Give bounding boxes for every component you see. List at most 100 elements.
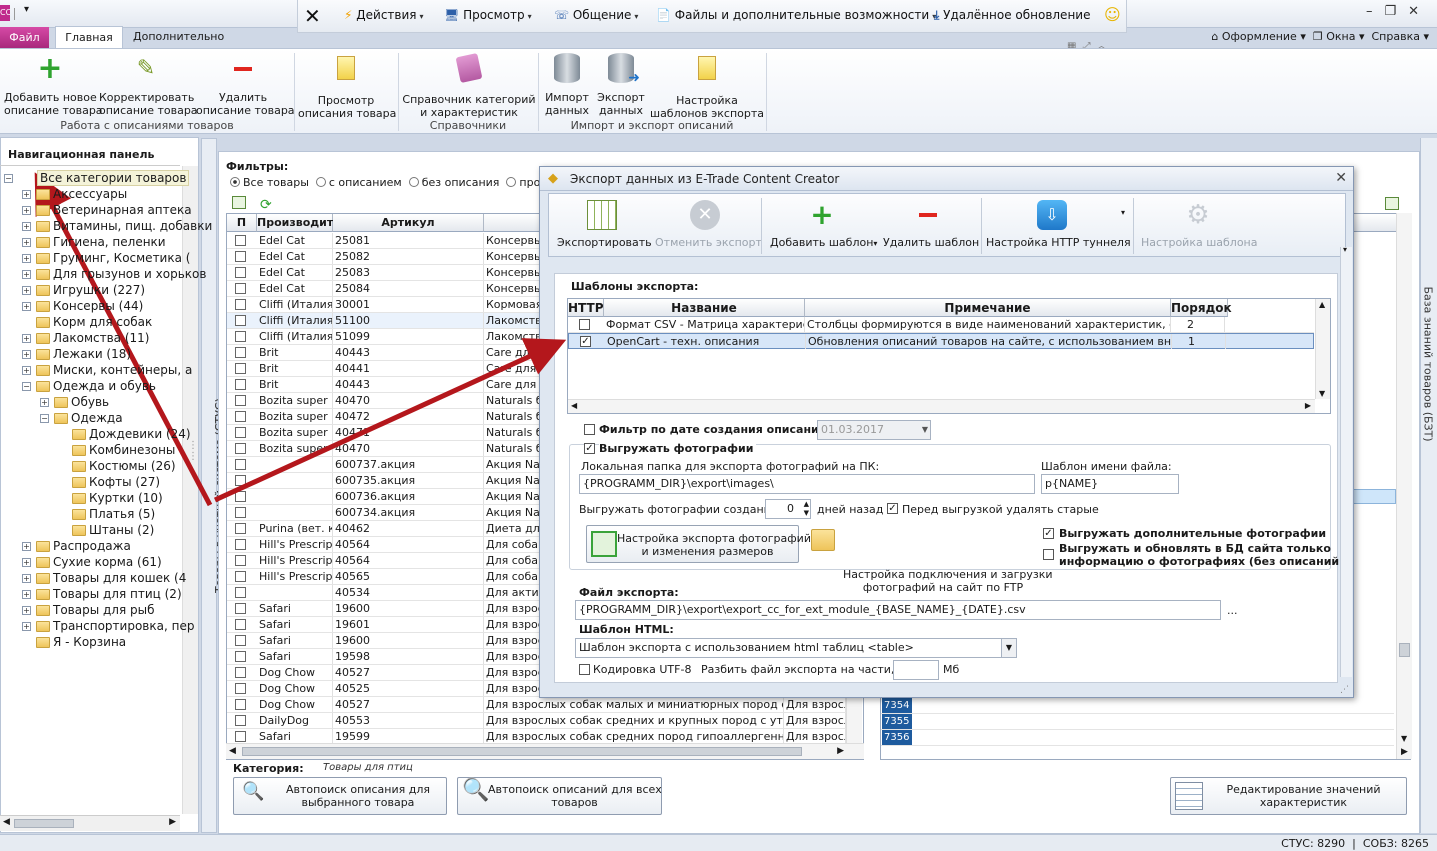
tree-toggle[interactable]: + <box>22 558 31 567</box>
tree-toggle[interactable]: + <box>22 606 31 615</box>
close-x-icon[interactable]: ✕ <box>304 4 321 28</box>
tree-toggle[interactable]: + <box>22 222 31 231</box>
tree-item[interactable]: Гигиена, пеленки <box>53 234 166 250</box>
tree-item[interactable]: Сухие корма (61) <box>53 554 162 570</box>
window-controls[interactable]: –❐✕ <box>1366 4 1431 19</box>
dialog-title-bar[interactable]: ◆ Экспорт данных из E-Trade Content Crea… <box>540 167 1353 191</box>
tree-toggle[interactable]: + <box>22 190 31 199</box>
filter-date-input[interactable]: 01.03.2017 ▼ <box>817 420 931 440</box>
tree-item[interactable]: Одежда и обувь <box>53 378 156 394</box>
row-checkbox[interactable] <box>235 427 246 438</box>
filter-date-checkbox[interactable] <box>584 424 595 435</box>
minimize-button[interactable]: – <box>1366 4 1385 19</box>
col-header-p[interactable]: П <box>227 214 257 232</box>
filename-template-input[interactable]: p{NAME} <box>1041 474 1179 494</box>
tree-item[interactable]: Комбинезоны <box>89 442 175 458</box>
row-checkbox[interactable] <box>235 363 246 374</box>
row-checkbox[interactable] <box>235 251 246 262</box>
tree-item[interactable]: Распродажа <box>53 538 131 554</box>
row-checkbox[interactable] <box>235 635 246 646</box>
tree-item[interactable]: Платья (5) <box>89 506 155 522</box>
tree-toggle[interactable]: + <box>22 254 31 263</box>
col-header-name[interactable]: Название <box>604 299 805 317</box>
topbar-communication[interactable]: ☏ Общение ▾ <box>554 8 638 22</box>
row-checkbox[interactable] <box>235 571 246 582</box>
row-checkbox[interactable] <box>235 315 246 326</box>
local-folder-input[interactable]: {PROGRAMM_DIR}\export\images\ <box>579 474 1035 494</box>
col-header-http[interactable]: HTTP <box>568 299 604 317</box>
col-header-note[interactable]: Примечание <box>805 299 1171 317</box>
row-checkbox[interactable] <box>235 683 246 694</box>
photos-only-checkbox[interactable] <box>1043 549 1054 560</box>
tree-toggle[interactable]: + <box>22 366 31 375</box>
topbar-view[interactable]: 🖥 Просмотр ▾ <box>444 8 532 22</box>
tab-extra[interactable]: Дополнительно <box>133 30 224 43</box>
template-row-selected[interactable]: ✓ OpenCart - техн. описания Обновления о… <box>568 333 1314 349</box>
tree-toggle[interactable]: − <box>22 382 31 391</box>
restore-button[interactable]: ❐ <box>1384 4 1408 19</box>
autosearch-selected-button[interactable]: 🔍 Автопоиск описания для выбранного това… <box>233 777 447 815</box>
tab-main[interactable]: Главная <box>55 26 123 49</box>
export-kb-icon[interactable] <box>1385 197 1399 210</box>
tree-item[interactable]: Витамины, пищ. добавки <box>53 218 212 234</box>
topbar-remote-update[interactable]: ⤓ Удалённое обновление <box>934 8 1090 23</box>
filter-with-desc-radio[interactable]: с описанием <box>315 176 402 189</box>
table-row[interactable]: 7354 <box>881 698 1394 714</box>
row-checkbox[interactable] <box>235 587 246 598</box>
row-checkbox[interactable] <box>235 299 246 310</box>
export-templates-button[interactable]: Настройка шаблонов экспорта <box>650 53 764 120</box>
tree-toggle[interactable]: + <box>22 302 31 311</box>
nav-horizontal-scrollbar[interactable]: ◀ ▶ <box>0 815 180 831</box>
tree-item[interactable]: Лакомства (11) <box>53 330 149 346</box>
row-checkbox[interactable] <box>235 619 246 630</box>
row-checkbox[interactable] <box>235 667 246 678</box>
col-header-article[interactable]: Артикул <box>333 214 484 232</box>
extra-photos-checkbox[interactable]: ✓ <box>1043 528 1054 539</box>
smiley-icon[interactable]: ☺ <box>1104 5 1121 24</box>
row-checkbox[interactable] <box>235 491 246 502</box>
cancel-export-button[interactable]: ✕ Отменить экспорт <box>655 200 762 249</box>
tree-item[interactable]: Штаны (2) <box>89 522 154 538</box>
export-button[interactable]: Экспортировать <box>557 200 652 249</box>
tree-item[interactable]: Все категории товаров <box>37 170 190 186</box>
tree-item[interactable]: Костюмы (26) <box>89 458 176 474</box>
dialog-scrollbar[interactable]: ▾ <box>1340 245 1352 677</box>
tree-item[interactable]: Дождевики (24) <box>89 426 191 442</box>
row-checkbox[interactable] <box>235 267 246 278</box>
tree-item[interactable]: Корм для собак <box>53 314 152 330</box>
tree-item[interactable]: Игрушки (227) <box>53 282 145 298</box>
row-checkbox[interactable] <box>235 283 246 294</box>
row-checkbox[interactable] <box>235 347 246 358</box>
tree-toggle[interactable]: + <box>22 238 31 247</box>
row-checkbox[interactable] <box>235 411 246 422</box>
filter-without-desc-radio[interactable]: без описания <box>408 176 499 189</box>
tree-item[interactable]: Я - Корзина <box>53 634 126 650</box>
row-checkbox[interactable] <box>235 235 246 246</box>
col-header-manufacturer[interactable]: Производитель <box>257 214 356 232</box>
refresh-grid-icon[interactable]: ⟳ <box>260 197 272 213</box>
edit-description-button[interactable]: ✎ Корректировать описание товара <box>99 53 198 117</box>
filter-all-radio[interactable]: Все товары <box>230 176 309 189</box>
tree-item[interactable]: Ветеринарная аптека <box>53 202 192 218</box>
row-checkbox[interactable] <box>235 731 246 742</box>
add-template-button[interactable]: + Добавить шаблон▾ <box>770 200 877 250</box>
delete-template-button[interactable]: Удалить шаблон <box>883 200 979 249</box>
tree-toggle[interactable]: + <box>22 574 31 583</box>
row-checkbox[interactable] <box>235 507 246 518</box>
export-data-button[interactable]: ➜ Экспорт данных <box>595 53 647 117</box>
row-checkbox[interactable] <box>235 555 246 566</box>
windows-menu[interactable]: ❐ Окна ▾ <box>1313 30 1365 43</box>
export-grid-icon[interactable] <box>232 196 246 209</box>
kb-side-tab[interactable] <box>1420 138 1437 833</box>
tree-item[interactable]: Обувь <box>71 394 109 410</box>
topbar-files[interactable]: 📄 Файлы и дополнительные возможности ▾ <box>656 8 936 22</box>
tree-item[interactable]: Кофты (27) <box>89 474 160 490</box>
app-icon[interactable]: CC <box>0 5 10 21</box>
row-checkbox[interactable] <box>235 443 246 454</box>
tree-item[interactable]: Консервы (44) <box>53 298 143 314</box>
tree-toggle[interactable]: + <box>22 206 31 215</box>
tree-toggle[interactable]: − <box>40 414 49 423</box>
resize-grip[interactable]: ⋰ <box>1340 685 1349 695</box>
categories-reference-button[interactable]: Справочник категорий и характеристик <box>402 52 536 119</box>
edit-values-button[interactable]: Редактирование значений характеристик <box>1170 777 1407 815</box>
